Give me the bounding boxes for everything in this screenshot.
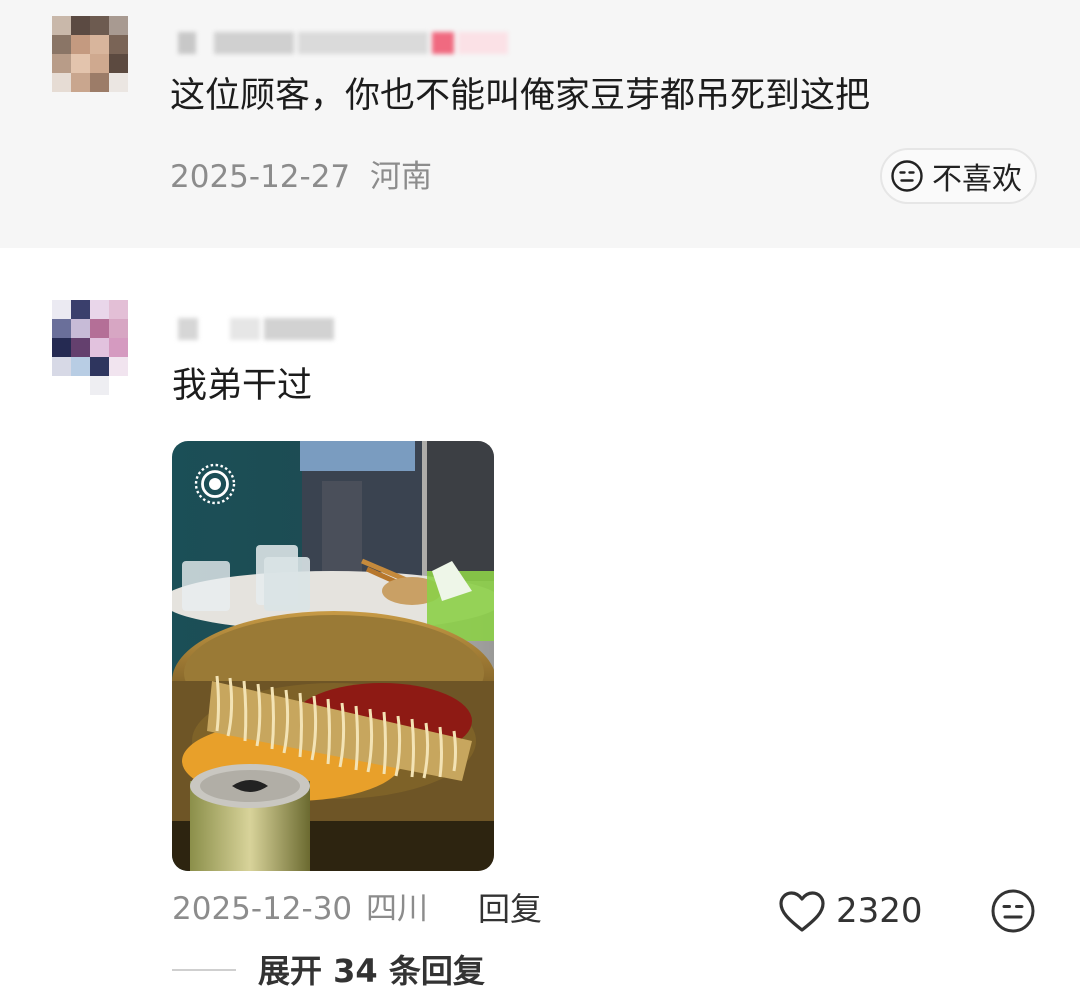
- comment-text: 这位顾客，你也不能叫俺家豆芽都吊死到这把: [170, 76, 871, 116]
- comment-meta: 2025-12-27 河南: [170, 157, 432, 197]
- comment-card-first: 这位顾客，你也不能叫俺家豆芽都吊死到这把 2025-12-27 河南 不喜欢: [0, 0, 1080, 248]
- comment-location: 河南: [370, 159, 433, 195]
- neutral-face-icon[interactable]: [990, 888, 1036, 934]
- expand-replies-button[interactable]: 展开 34 条回复: [258, 950, 485, 992]
- dislike-label: 不喜欢: [932, 162, 1022, 197]
- reply-button[interactable]: 回复: [478, 888, 542, 930]
- comment-meta: 2025-12-30 四川: [172, 889, 428, 929]
- username-censored[interactable]: [178, 32, 508, 54]
- comment-location: 四川: [366, 891, 429, 927]
- comment-date: 2025-12-30: [172, 891, 353, 927]
- comment-date: 2025-12-27: [170, 159, 351, 195]
- like-count: 2320: [836, 891, 923, 931]
- avatar[interactable]: [52, 16, 136, 100]
- avatar[interactable]: [52, 300, 138, 410]
- expand-divider: [172, 969, 236, 971]
- comment-photo[interactable]: [172, 441, 494, 871]
- dislike-button[interactable]: 不喜欢: [880, 148, 1037, 204]
- comment-text: 我弟干过: [172, 366, 313, 406]
- neutral-face-icon: [891, 160, 923, 192]
- live-photo-icon[interactable]: [191, 460, 239, 508]
- heart-outline-icon[interactable]: [778, 890, 826, 934]
- username-censored[interactable]: [178, 318, 348, 340]
